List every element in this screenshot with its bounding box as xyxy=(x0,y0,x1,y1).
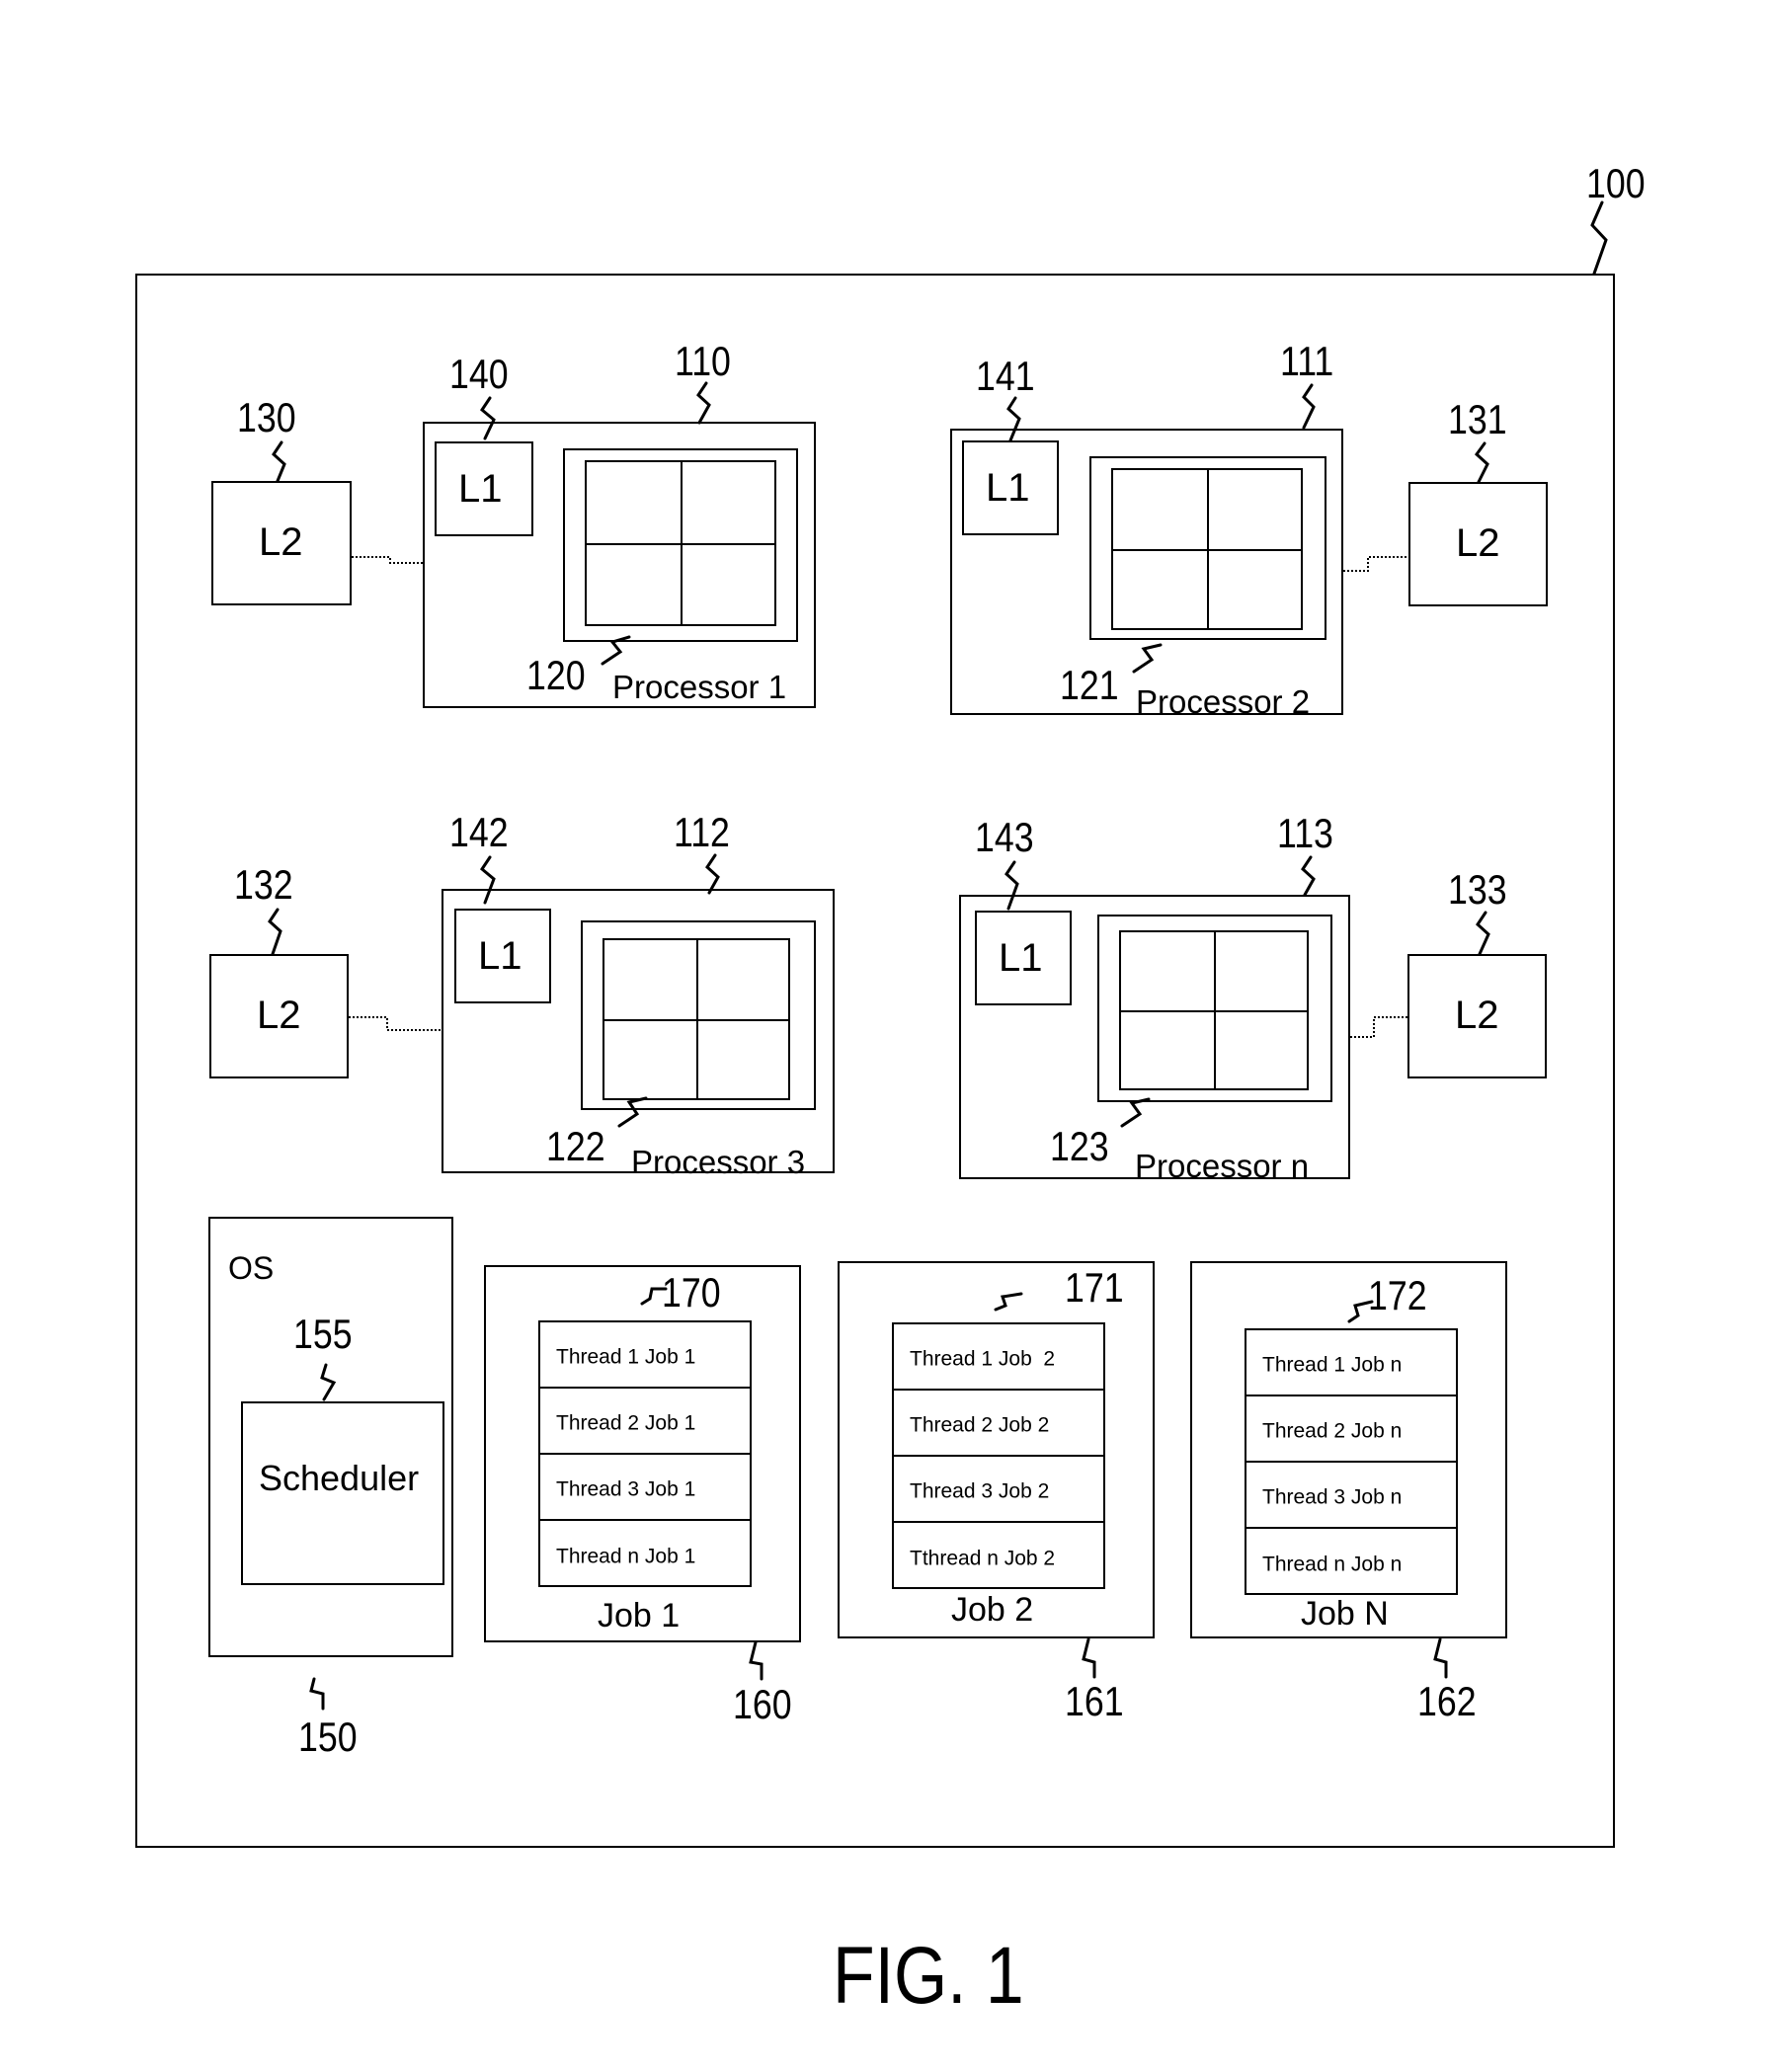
thread-row: Thread 3 Job 1 xyxy=(540,1455,750,1521)
thread-list-ref: 170 xyxy=(662,1269,721,1315)
thread-list: Thread 1 Job 1 Thread 2 Job 1 Thread 3 J… xyxy=(538,1320,752,1587)
processor-name: Processor 2 xyxy=(1136,683,1311,720)
scheduler-ref: 155 xyxy=(293,1311,353,1357)
thread-row: Thread n Job n xyxy=(1262,1552,1403,1575)
core-array-ref: 120 xyxy=(526,652,586,698)
l2-cache-label: L2 xyxy=(257,994,301,1037)
job-name: Job 2 xyxy=(951,1591,1034,1629)
processor-ref: 112 xyxy=(674,809,730,855)
l2-cache-box: L2 xyxy=(209,954,349,1078)
scheduler-box: Scheduler xyxy=(241,1401,444,1585)
core-array-ref: 122 xyxy=(546,1123,605,1169)
thread-row: Thread 2 Job 2 xyxy=(894,1391,1103,1457)
thread-row: Tthread n Job 2 xyxy=(910,1546,1056,1569)
core-array-box xyxy=(1089,456,1326,640)
thread-list: Thread 1 Job n Thread 2 Job n Thread 3 J… xyxy=(1245,1328,1458,1595)
job-name: Job N xyxy=(1301,1595,1389,1633)
job-ref: 160 xyxy=(733,1681,792,1727)
core-grid xyxy=(603,938,790,1100)
os-label: OS xyxy=(228,1250,275,1286)
core-grid xyxy=(585,460,776,626)
figure-caption: FIG. 1 xyxy=(833,1931,1024,2021)
processor-box: L1 Processor n xyxy=(959,895,1350,1184)
core-array-box xyxy=(1097,915,1332,1102)
job-box: Thread 1 Job 2 Thread 2 Job 2 Thread 3 J… xyxy=(838,1261,1155,1638)
l1-cache-ref: 140 xyxy=(449,351,509,397)
processor-ref: 113 xyxy=(1277,810,1333,856)
leader-line xyxy=(1590,200,1608,276)
thread-row: Thread 3 Job 2 xyxy=(894,1457,1103,1523)
l1-cache-label: L1 xyxy=(478,934,522,978)
thread-row: Thread 1 Job 1 xyxy=(540,1322,750,1389)
processor-box: L1 Processor 3 xyxy=(442,889,835,1178)
l2-cache-ref: 130 xyxy=(237,394,296,440)
job-ref: 162 xyxy=(1417,1678,1477,1724)
job-ref: 161 xyxy=(1065,1678,1124,1724)
core-grid xyxy=(1111,468,1303,630)
l2-cache-ref: 132 xyxy=(234,861,293,908)
os-ref: 150 xyxy=(298,1713,358,1760)
job-box: Thread 1 Job n Thread 2 Job n Thread 3 J… xyxy=(1190,1261,1507,1638)
core-array-box xyxy=(581,920,816,1110)
scheduler-label: Scheduler xyxy=(259,1458,420,1498)
core-array-ref: 121 xyxy=(1060,662,1119,708)
thread-list-ref: 171 xyxy=(1065,1264,1124,1311)
l1-cache-ref: 141 xyxy=(976,353,1035,399)
core-array-ref: 123 xyxy=(1050,1123,1109,1169)
l1-cache-label: L1 xyxy=(458,467,503,511)
l1-cache-label: L1 xyxy=(986,466,1030,510)
thread-row: Thread 1 Job 2 xyxy=(894,1324,1103,1391)
l2-cache-ref: 131 xyxy=(1448,396,1507,442)
thread-row: Thread 2 Job 1 xyxy=(540,1389,750,1455)
core-array-box xyxy=(563,448,798,642)
thread-row: Thread 2 Job n xyxy=(1246,1396,1456,1463)
processor-name: Processor 1 xyxy=(612,669,787,705)
l2-cache-label: L2 xyxy=(259,520,303,564)
l2-cache-label: L2 xyxy=(1455,994,1499,1037)
processor-box: L1 Processor 2 xyxy=(950,429,1343,720)
l2-cache-ref: 133 xyxy=(1448,866,1507,913)
thread-list: Thread 1 Job 2 Thread 2 Job 2 Thread 3 J… xyxy=(892,1322,1105,1589)
processor-ref: 110 xyxy=(675,338,731,384)
core-grid xyxy=(1119,930,1309,1090)
os-box: OS Scheduler xyxy=(208,1217,453,1657)
l2-cache-box: L2 xyxy=(1407,954,1547,1078)
l2-cache-label: L2 xyxy=(1456,521,1500,565)
thread-row: Thread n Job 1 xyxy=(556,1544,696,1567)
processor-name: Processor 3 xyxy=(631,1144,806,1180)
l1-cache-box: L1 xyxy=(962,440,1059,535)
l1-cache-box: L1 xyxy=(454,909,551,1003)
l1-cache-ref: 142 xyxy=(449,809,509,855)
thread-row: Thread 1 Job n xyxy=(1246,1330,1456,1396)
l1-cache-label: L1 xyxy=(999,936,1043,980)
l1-cache-ref: 143 xyxy=(975,814,1034,860)
system-ref-label: 100 xyxy=(1586,160,1646,206)
l2-cache-box: L2 xyxy=(211,481,352,605)
job-name: Job 1 xyxy=(598,1597,681,1634)
processor-ref: 111 xyxy=(1280,338,1334,384)
l2-cache-box: L2 xyxy=(1408,482,1548,606)
thread-list-ref: 172 xyxy=(1368,1272,1427,1318)
l1-cache-box: L1 xyxy=(435,441,533,536)
job-box: Thread 1 Job 1 Thread 2 Job 1 Thread 3 J… xyxy=(484,1265,801,1642)
thread-row: Thread 3 Job n xyxy=(1246,1463,1456,1529)
l1-cache-box: L1 xyxy=(975,911,1072,1005)
processor-box: L1 Processor 1 xyxy=(423,422,816,708)
processor-name: Processor n xyxy=(1135,1148,1310,1184)
